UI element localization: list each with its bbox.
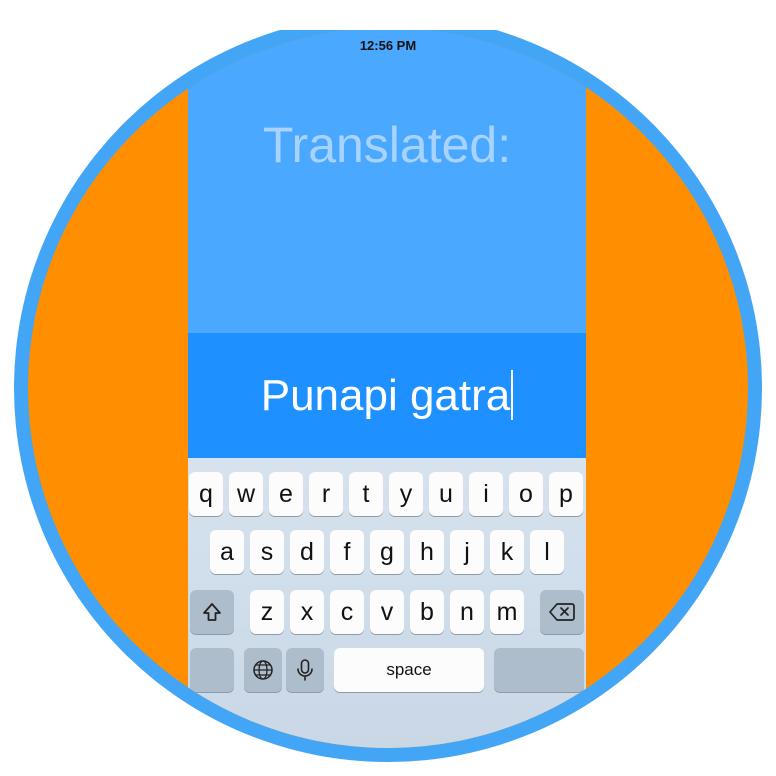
key-z[interactable]: z [250, 590, 284, 634]
key-k[interactable]: k [490, 530, 524, 574]
key-d[interactable]: d [290, 530, 324, 574]
globe-key[interactable] [244, 648, 282, 692]
key-b[interactable]: b [410, 590, 444, 634]
key-p[interactable]: p [549, 472, 583, 516]
key-g[interactable]: g [370, 530, 404, 574]
key-x[interactable]: x [290, 590, 324, 634]
key-v[interactable]: v [370, 590, 404, 634]
translation-panel [188, 28, 586, 333]
numbers-key[interactable] [190, 648, 234, 692]
status-time: 12:56 PM [359, 38, 417, 53]
key-c[interactable]: c [330, 590, 364, 634]
key-m[interactable]: m [490, 590, 524, 634]
key-e[interactable]: e [269, 472, 303, 516]
key-n[interactable]: n [450, 590, 484, 634]
key-l[interactable]: l [530, 530, 564, 574]
delete-icon [549, 603, 575, 621]
delete-key[interactable] [540, 590, 584, 634]
shift-icon [203, 603, 221, 621]
status-bar [0, 0, 776, 30]
key-q[interactable]: q [189, 472, 223, 516]
app-stage: 12:56 PM Translated: Punapi gatra q w e … [0, 0, 776, 776]
input-value: Punapi gatra [260, 371, 511, 420]
return-key[interactable] [494, 648, 584, 692]
mic-icon [297, 659, 313, 681]
key-i[interactable]: i [469, 472, 503, 516]
promo-circle: Translated: Punapi gatra q w e r t y u i… [28, 28, 748, 748]
key-f[interactable]: f [330, 530, 364, 574]
shift-key[interactable] [190, 590, 234, 634]
key-w[interactable]: w [229, 472, 263, 516]
globe-icon [253, 660, 273, 680]
key-t[interactable]: t [349, 472, 383, 516]
space-key[interactable]: space [334, 648, 484, 692]
key-j[interactable]: j [450, 530, 484, 574]
key-r[interactable]: r [309, 472, 343, 516]
mic-key[interactable] [286, 648, 324, 692]
text-input[interactable]: Punapi gatra [188, 370, 586, 421]
translated-label: Translated: [262, 117, 512, 173]
key-h[interactable]: h [410, 530, 444, 574]
key-o[interactable]: o [509, 472, 543, 516]
text-caret [511, 370, 514, 420]
key-s[interactable]: s [250, 530, 284, 574]
key-y[interactable]: y [389, 472, 423, 516]
keyboard: q w e r t y u i o p a s d f g h j k l z … [188, 458, 586, 748]
key-u[interactable]: u [429, 472, 463, 516]
key-a[interactable]: a [210, 530, 244, 574]
